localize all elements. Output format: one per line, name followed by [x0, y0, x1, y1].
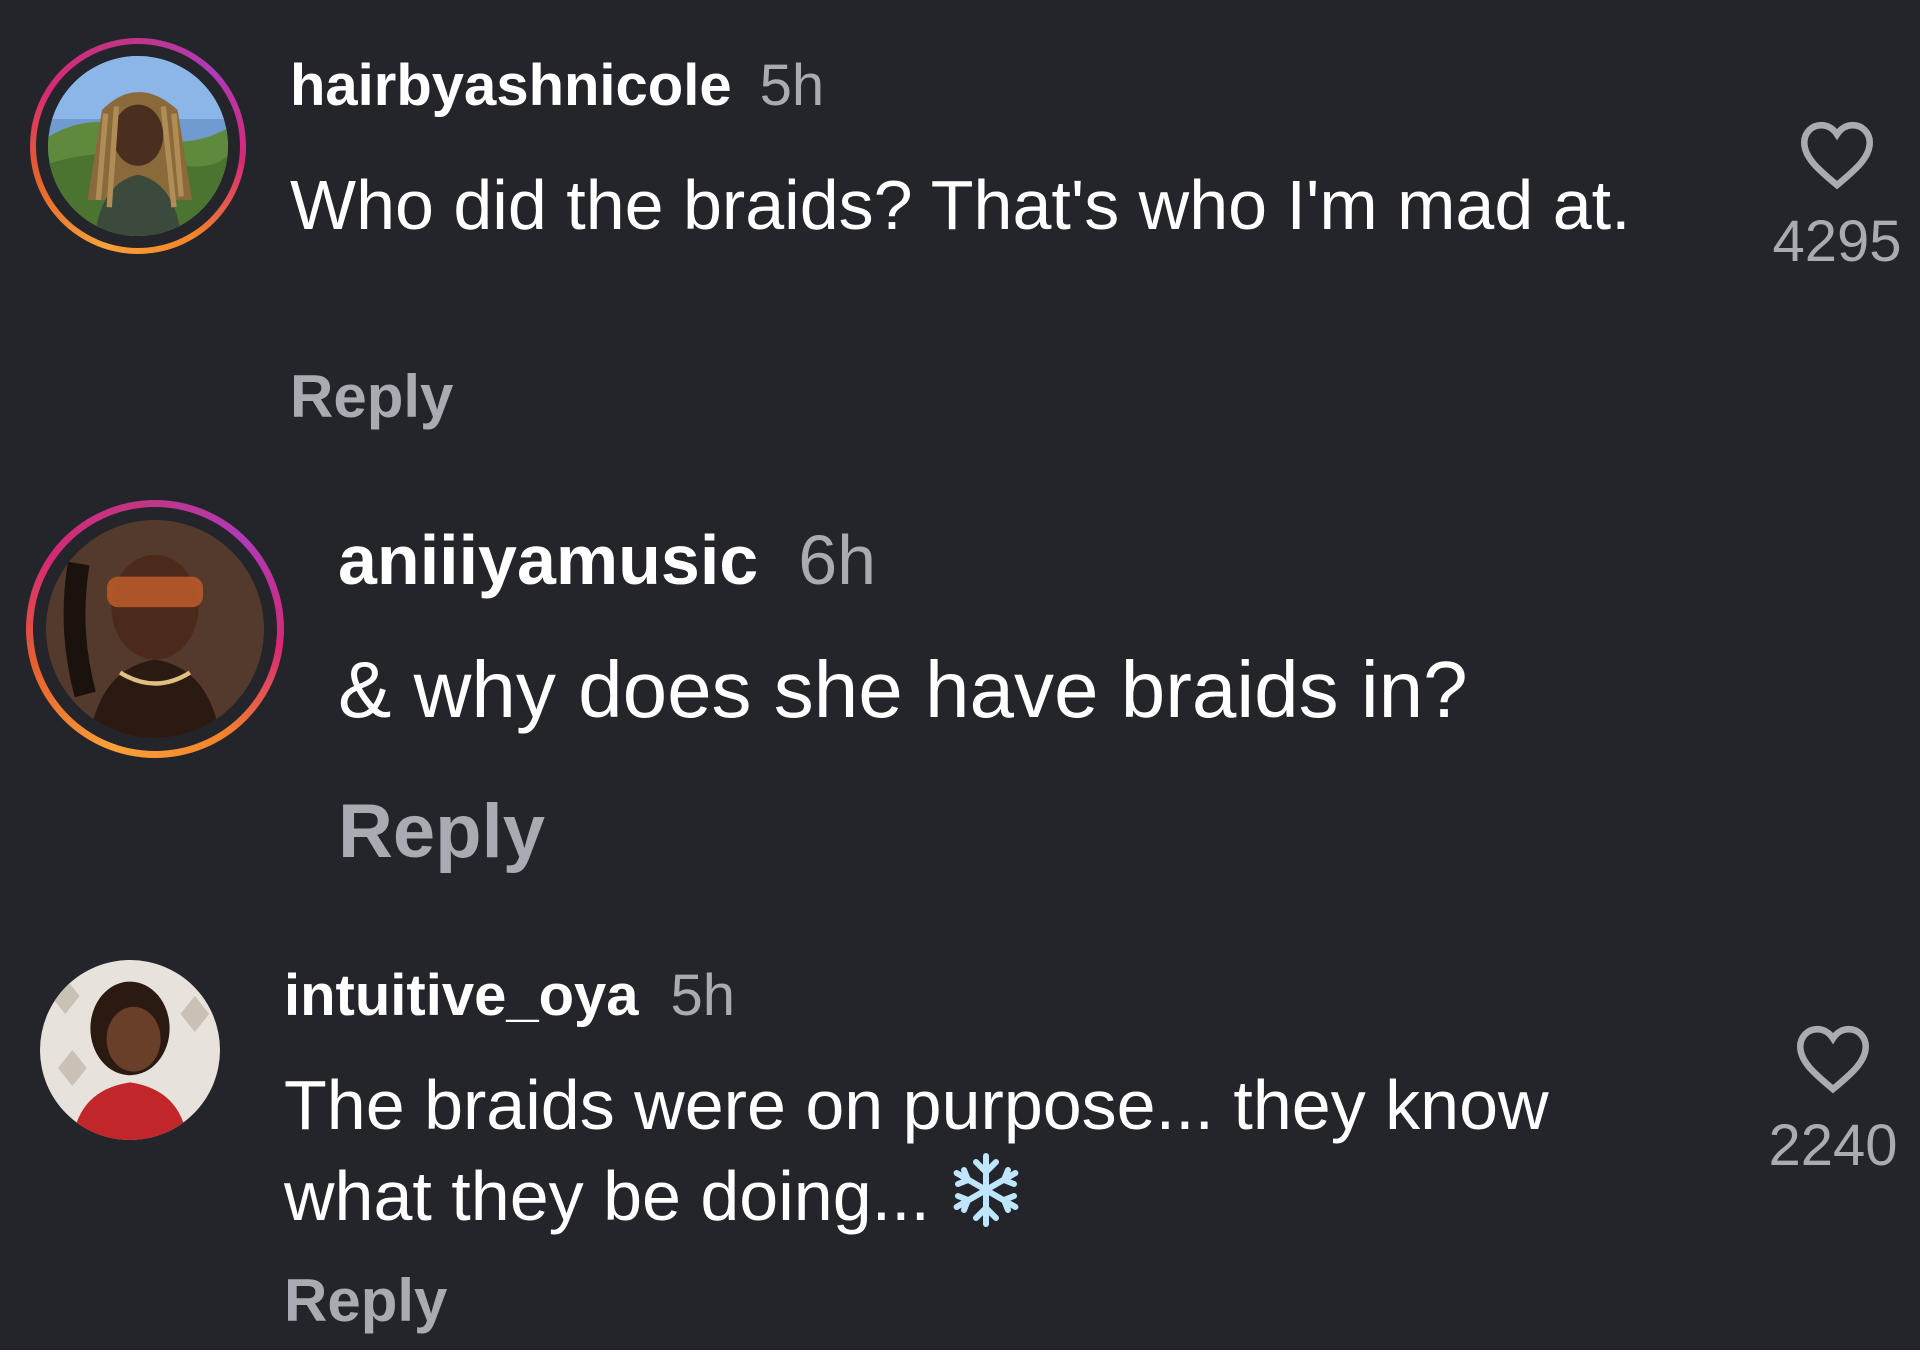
- username[interactable]: aniiiyamusic: [338, 521, 758, 599]
- avatar-photo: [46, 520, 264, 738]
- avatar[interactable]: [40, 960, 220, 1140]
- like-count: 4295: [1772, 209, 1902, 274]
- reply-button[interactable]: Reply: [290, 362, 453, 431]
- heart-icon[interactable]: [1797, 118, 1877, 190]
- reply-button[interactable]: Reply: [338, 788, 545, 875]
- like-count: 2240: [1768, 1113, 1898, 1178]
- avatar[interactable]: [48, 56, 228, 236]
- comment-text-content: The braids were on purpose... they know …: [284, 1066, 1549, 1235]
- username[interactable]: hairbyashnicole: [290, 53, 732, 118]
- like-control: 4295: [1762, 118, 1912, 275]
- snowflake-icon: [946, 1150, 1026, 1230]
- reply-button[interactable]: Reply: [284, 1266, 447, 1335]
- avatar-photo: [48, 56, 228, 236]
- comment-item: aniiiyamusic 6h & why does she have braid…: [0, 470, 1920, 930]
- timestamp: 5h: [759, 53, 825, 118]
- avatar[interactable]: [46, 520, 264, 738]
- comment-text: The braids were on purpose... they know …: [284, 1060, 1664, 1241]
- comment-text: Who did the braids? That's who I'm mad a…: [290, 166, 1631, 244]
- comment-header: aniiiyamusic 6h: [338, 520, 876, 600]
- comment-header: intuitive_oya 5h: [284, 962, 735, 1029]
- username[interactable]: intuitive_oya: [284, 963, 639, 1028]
- avatar-photo: [40, 960, 220, 1140]
- timestamp: 6h: [798, 521, 877, 599]
- heart-icon[interactable]: [1793, 1022, 1873, 1094]
- comment-item: intuitive_oya 5h The braids were on purpo…: [0, 930, 1920, 1350]
- comment-item: hairbyashnicole 5h Who did the braids? Th…: [0, 0, 1920, 470]
- timestamp: 5h: [670, 963, 736, 1028]
- like-control: 2240: [1758, 1022, 1908, 1179]
- comment-text: & why does she have braids in?: [338, 645, 1468, 734]
- comments-panel: hairbyashnicole 5h Who did the braids? Th…: [0, 0, 1920, 1350]
- comment-header: hairbyashnicole 5h: [290, 52, 824, 119]
